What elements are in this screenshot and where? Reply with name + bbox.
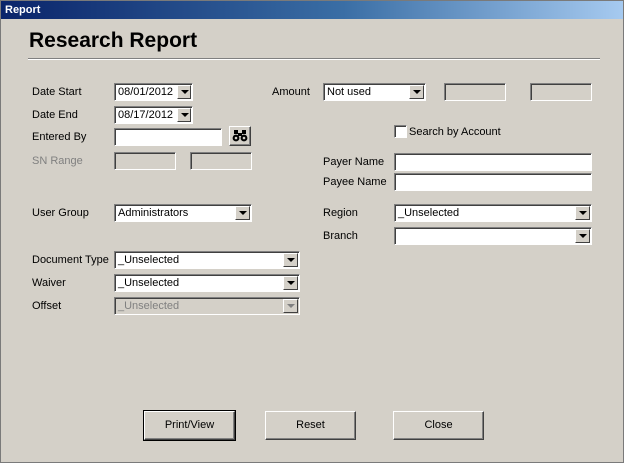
offset-label: Offset: [32, 300, 62, 312]
offset-select: _Unselected: [114, 297, 300, 315]
amount-select[interactable]: Not used: [323, 83, 426, 101]
document-type-label: Document Type: [32, 254, 109, 266]
sn-range-from-input: [114, 152, 176, 170]
search-by-account-label[interactable]: Search by Account: [409, 126, 501, 138]
region-value: _Unselected: [398, 207, 460, 219]
waiver-label: Waiver: [32, 277, 66, 289]
close-button[interactable]: Close: [393, 411, 484, 440]
sn-range-label: SN Range: [32, 155, 83, 167]
amount-from-input: [444, 83, 506, 101]
chevron-down-icon[interactable]: [575, 206, 590, 220]
payee-name-input[interactable]: [394, 173, 592, 191]
close-button-label: Close: [424, 419, 453, 431]
date-end-value: 08/17/2012: [118, 109, 174, 121]
date-end-picker[interactable]: 08/17/2012: [114, 106, 193, 124]
amount-to-input: [530, 83, 592, 101]
amount-label: Amount: [272, 86, 310, 98]
date-start-value: 08/01/2012: [118, 86, 174, 98]
document-type-value: _Unselected: [118, 254, 180, 266]
header-divider: [28, 58, 600, 60]
user-group-label: User Group: [32, 207, 89, 219]
entered-by-input[interactable]: [114, 128, 222, 146]
user-group-select[interactable]: Administrators: [114, 204, 252, 222]
page-title: Research Report: [29, 29, 198, 52]
waiver-value: _Unselected: [118, 277, 180, 289]
waiver-select[interactable]: _Unselected: [114, 274, 300, 292]
date-start-label: Date Start: [32, 86, 82, 98]
date-start-picker[interactable]: 08/01/2012: [114, 83, 193, 101]
region-select[interactable]: _Unselected: [394, 204, 592, 222]
search-by-account-checkbox[interactable]: [394, 125, 407, 138]
report-window: Report Research Report Date Start 08/01/…: [0, 0, 624, 463]
sn-range-to-input: [190, 152, 252, 170]
region-label: Region: [323, 207, 358, 219]
entered-by-label: Entered By: [32, 131, 87, 143]
date-end-label: Date End: [32, 109, 78, 121]
branch-label: Branch: [323, 230, 358, 242]
branch-select[interactable]: [394, 227, 592, 245]
find-user-button[interactable]: [229, 126, 251, 146]
payer-name-input[interactable]: [394, 153, 592, 171]
chevron-down-icon[interactable]: [235, 206, 250, 220]
offset-value: _Unselected: [118, 300, 180, 312]
chevron-down-icon[interactable]: [283, 276, 298, 290]
reset-button-label: Reset: [296, 419, 325, 431]
payer-name-label: Payer Name: [323, 156, 385, 168]
amount-value: Not used: [327, 86, 372, 98]
title-bar: Report: [1, 1, 623, 19]
payee-name-label: Payee Name: [323, 176, 387, 188]
chevron-down-icon: [283, 299, 298, 313]
binoculars-icon: [232, 130, 248, 142]
document-type-select[interactable]: _Unselected: [114, 251, 300, 269]
user-group-value: Administrators: [118, 207, 189, 219]
print-view-button-label: Print/View: [164, 419, 215, 431]
chevron-down-icon[interactable]: [177, 85, 191, 99]
print-view-button[interactable]: Print/View: [143, 410, 236, 441]
chevron-down-icon[interactable]: [575, 229, 590, 243]
chevron-down-icon[interactable]: [177, 108, 191, 122]
reset-button[interactable]: Reset: [265, 411, 356, 440]
chevron-down-icon[interactable]: [283, 253, 298, 267]
chevron-down-icon[interactable]: [409, 85, 424, 99]
